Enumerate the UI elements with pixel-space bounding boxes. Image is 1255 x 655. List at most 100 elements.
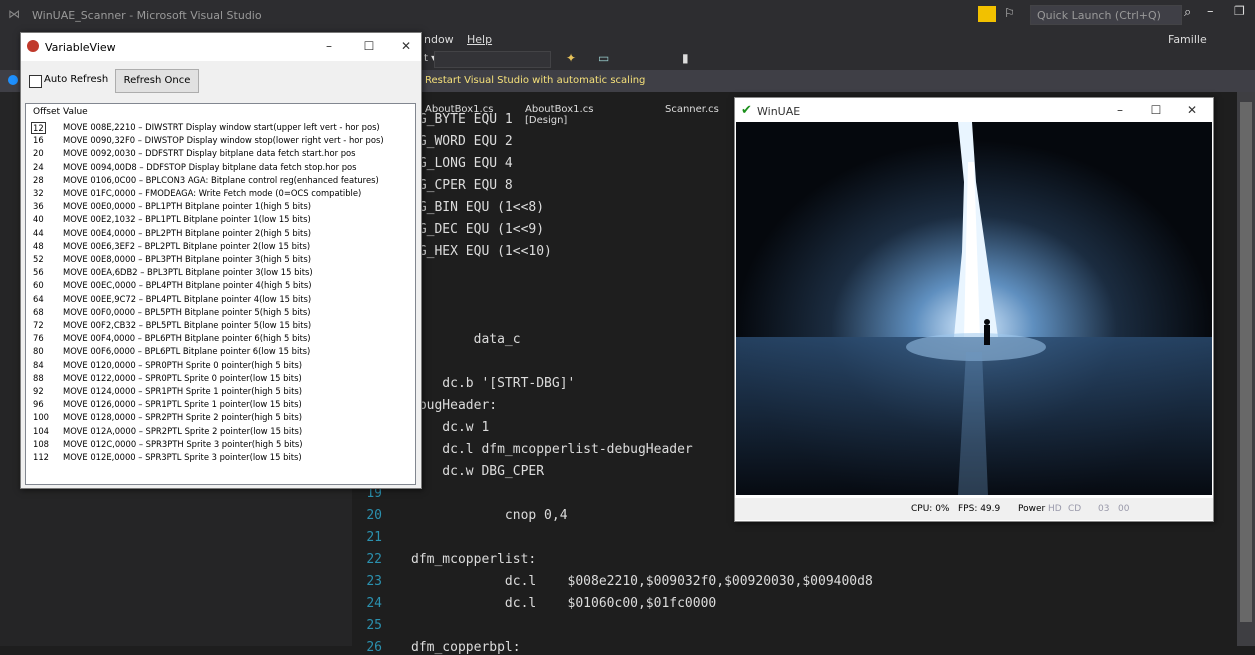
emulator-screen[interactable] (736, 122, 1212, 495)
code-line: 3G_DEC EQU (1<<9) (411, 222, 545, 237)
table-row[interactable]: 20 MOVE 0092,0030 – DDFSTRT Display bitpl… (26, 148, 415, 160)
power-led[interactable]: Power (1018, 504, 1045, 514)
refresh-once-button[interactable]: Refresh Once (115, 69, 199, 93)
info-bar-link[interactable]: Restart Visual Studio with automatic sca… (425, 75, 645, 86)
table-row[interactable]: 12 MOVE 008E,2210 – DIWSTRT Display windo… (26, 122, 415, 134)
row-offset: 40 (33, 214, 44, 225)
winuae-maximize-button[interactable]: ☐ (1143, 101, 1169, 119)
code-line: 3G_HEX EQU (1<<10) (411, 244, 552, 259)
notification-flag-icon[interactable] (978, 6, 996, 22)
variableview-window: VariableView – ☐ ✕ Auto Refresh Refresh … (20, 32, 422, 489)
line-number: 23 (366, 574, 382, 589)
table-row[interactable]: 68 MOVE 00F0,0000 – BPL5PTH Bitplane poin… (26, 307, 415, 319)
row-value: MOVE 00EC,0000 – BPL4PTH Bitplane pointe… (63, 280, 312, 291)
quick-launch-input[interactable]: Quick Launch (Ctrl+Q) (1030, 5, 1182, 25)
line-number: 26 (366, 640, 382, 655)
app-icon (27, 40, 39, 52)
auto-refresh-label: Auto Refresh (44, 74, 109, 85)
row-offset: 84 (33, 359, 44, 370)
menu-help[interactable]: Help (467, 33, 492, 46)
search-icon[interactable]: ⌕ (1184, 5, 1191, 20)
row-offset: 92 (33, 386, 44, 396)
row-value: MOVE 00EA,6DB2 – BPL3PTL Bitplane pointe… (63, 267, 313, 278)
table-row[interactable]: 48 MOVE 00E6,3EF2 – BPL2PTL Bitplane poin… (26, 241, 415, 253)
fps-readout: FPS: 49.9 (958, 504, 1001, 514)
row-value: MOVE 00F6,0000 – BPL6PTL Bitplane pointe… (63, 346, 311, 357)
table-row[interactable]: 108 MOVE 012C,0000 – SPR3PTH Sprite 3 poi… (26, 439, 415, 451)
row-value: MOVE 00E4,0000 – BPL2PTH Bitplane pointe… (63, 227, 311, 238)
code-line: dc.w 1 (411, 420, 490, 435)
table-row[interactable]: 112 MOVE 012E,0000 – SPR3PTL Sprite 3 poi… (26, 452, 415, 464)
auto-refresh-checkbox[interactable] (29, 75, 42, 88)
row-value: MOVE 0128,0000 – SPR2PTH Sprite 2 pointe… (63, 412, 302, 423)
table-row[interactable]: 76 MOVE 00F4,0000 – BPL6PTH Bitplane poin… (26, 333, 415, 345)
table-row[interactable]: 32 MOVE 01FC,0000 – FMODEAGA: Write Fetch… (26, 188, 415, 200)
df1-led[interactable]: 00 (1118, 504, 1129, 514)
table-row[interactable]: 100 MOVE 0128,0000 – SPR2PTH Sprite 2 poi… (26, 412, 415, 424)
table-row[interactable]: 56 MOVE 00EA,6DB2 – BPL3PTL Bitplane poin… (26, 267, 415, 279)
row-offset: 36 (33, 201, 44, 212)
tab-scanner-cs[interactable]: Scanner.cs (665, 104, 719, 115)
row-offset: 100 (33, 412, 49, 423)
toolbar-folder-icon[interactable]: ▭ (598, 51, 609, 65)
column-offset[interactable]: Offset (33, 107, 60, 117)
table-row[interactable]: 88 MOVE 0122,0000 – SPR0PTL Sprite 0 poin… (26, 373, 415, 385)
hd-led[interactable]: HD (1048, 504, 1062, 514)
close-button[interactable]: ✕ (393, 37, 419, 55)
table-row[interactable]: 72 MOVE 00F2,CB32 – BPL5PTL Bitplane poin… (26, 320, 415, 332)
table-row[interactable]: 96 MOVE 0126,0000 – SPR1PTL Sprite 1 poin… (26, 399, 415, 411)
row-value: MOVE 00E6,3EF2 – BPL2PTL Bitplane pointe… (63, 240, 311, 251)
table-row[interactable]: 24 MOVE 0094,00D8 – DDFSTOP Display bitpl… (26, 162, 415, 174)
row-value: MOVE 01FC,0000 – FMODEAGA: Write Fetch m… (63, 188, 362, 198)
row-value: MOVE 012C,0000 – SPR3PTH Sprite 3 pointe… (63, 438, 303, 449)
variableview-title-bar[interactable]: VariableView – ☐ ✕ (21, 33, 421, 61)
variable-list[interactable]: Offset Value 12 MOVE 008E,2210 – DIWSTRT … (25, 103, 416, 485)
cd-led[interactable]: CD (1068, 504, 1081, 514)
table-row[interactable]: 52 MOVE 00E8,0000 – BPL3PTH Bitplane poin… (26, 254, 415, 266)
row-offset: 60 (33, 280, 44, 291)
row-offset: 80 (33, 346, 44, 357)
winuae-close-button[interactable]: ✕ (1179, 101, 1205, 119)
toolbar-platform-dropdown[interactable] (434, 51, 551, 68)
row-value: MOVE 0126,0000 – SPR1PTL Sprite 1 pointe… (63, 399, 302, 410)
winuae-minimize-button[interactable]: – (1107, 101, 1133, 119)
tab-aboutbox-design[interactable]: AboutBox1.cs [Design] (525, 104, 593, 126)
editor-scrollbar[interactable] (1237, 92, 1255, 646)
table-row[interactable]: 84 MOVE 0120,0000 – SPR0PTH Sprite 0 poin… (26, 360, 415, 372)
column-value[interactable]: Value (63, 107, 88, 117)
vs-title-bar: ⋈ WinUAE_Scanner - Microsoft Visual Stud… (0, 0, 1255, 30)
table-row[interactable]: 16 MOVE 0090,32F0 – DIWSTOP Display windo… (26, 135, 415, 147)
table-row[interactable]: 28 MOVE 0106,0C00 – BPLCON3 AGA: Bitplane… (26, 175, 415, 187)
row-offset: 64 (33, 293, 44, 304)
row-value: MOVE 00EE,9C72 – BPL4PTL Bitplane pointe… (63, 293, 312, 304)
table-row[interactable]: 44 MOVE 00E4,0000 – BPL2PTH Bitplane poin… (26, 228, 415, 240)
menu-window[interactable]: ndow (424, 33, 454, 46)
table-row[interactable]: 104 MOVE 012A,0000 – SPR2PTL Sprite 2 poi… (26, 426, 415, 438)
table-row[interactable]: 36 MOVE 00E0,0000 – BPL1PTH Bitplane poin… (26, 201, 415, 213)
cpu-usage: CPU: 0% (911, 504, 950, 514)
quick-launch-placeholder: Quick Launch (Ctrl+Q) (1037, 9, 1161, 22)
df0-led[interactable]: 03 (1098, 504, 1109, 514)
row-value: MOVE 012A,0000 – SPR2PTL Sprite 2 pointe… (63, 425, 303, 436)
code-line: dfm_copperbpl: (411, 640, 521, 655)
code-line: dc.w DBG_CPER (411, 464, 545, 479)
table-row[interactable]: 60 MOVE 00EC,0000 – BPL4PTH Bitplane poin… (26, 280, 415, 292)
restore-icon[interactable]: ❐ (1234, 4, 1245, 18)
row-value: MOVE 0122,0000 – SPR0PTL Sprite 0 pointe… (63, 372, 302, 383)
maximize-button[interactable]: ☐ (356, 37, 382, 55)
table-row[interactable]: 92 MOVE 0124,0000 – SPR1PTH Sprite 1 poin… (26, 386, 415, 398)
table-row[interactable]: 80 MOVE 00F6,0000 – BPL6PTL Bitplane poin… (26, 346, 415, 358)
minimize-button[interactable]: – (316, 37, 342, 55)
bookmark-icon[interactable]: ▮ (682, 51, 689, 65)
table-row[interactable]: 64 MOVE 00EE,9C72 – BPL4PTL Bitplane poin… (26, 294, 415, 306)
table-row[interactable]: 40 MOVE 00E2,1032 – BPL1PTL Bitplane poin… (26, 214, 415, 226)
row-offset: 28 (33, 174, 44, 185)
minimize-icon[interactable]: – (1207, 4, 1214, 19)
feedback-icon[interactable]: ⚐ (1004, 6, 1015, 20)
row-offset: 20 (33, 148, 44, 159)
winuae-status-bar: CPU: 0% FPS: 49.9 Power HD CD 03 00 (735, 498, 1213, 520)
toolbar-tool-icon[interactable]: ✦ (566, 51, 576, 65)
row-value: MOVE 0090,32F0 – DIWSTOP Display window … (63, 135, 384, 146)
row-offset: 76 (33, 333, 44, 344)
code-line: 3G_BYTE EQU 1 (411, 112, 513, 127)
